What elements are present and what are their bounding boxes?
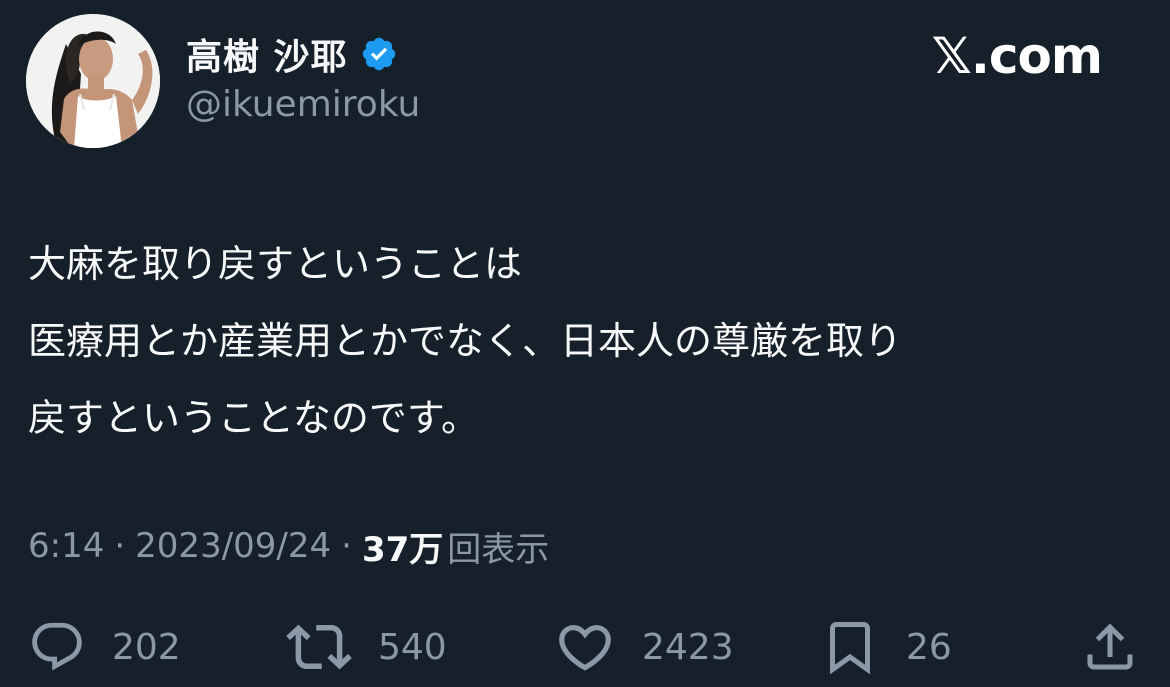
bookmark-count: 26 bbox=[906, 626, 952, 668]
author-name-row: 高樹 沙耶 bbox=[186, 26, 398, 82]
views-label: 回表示 bbox=[447, 529, 550, 570]
bookmark-button[interactable]: 26 bbox=[820, 616, 952, 678]
bookmark-icon bbox=[820, 617, 880, 677]
reply-button[interactable]: 202 bbox=[28, 616, 181, 678]
share-button[interactable] bbox=[1080, 616, 1140, 678]
meta-separator: · bbox=[114, 526, 126, 566]
tweet-meta: 6:14 · 2023/09/24 · 37万 回表示 bbox=[28, 522, 549, 570]
tweet-date[interactable]: 2023/09/24 bbox=[135, 526, 331, 566]
reply-icon bbox=[28, 618, 86, 676]
retweet-count: 540 bbox=[378, 626, 447, 668]
meta-separator: · bbox=[341, 526, 352, 566]
user-handle[interactable]: @ikuemiroku bbox=[186, 84, 420, 125]
share-icon bbox=[1080, 617, 1140, 677]
tweet-line: 大麻を取り戻すということは bbox=[28, 242, 523, 286]
tweet-line: 医療用とか産業用とかでなく、日本人の尊厳を取り bbox=[28, 319, 903, 363]
x-logo-icon: 𝕏 bbox=[931, 27, 972, 85]
reply-count: 202 bbox=[112, 626, 181, 668]
profile-photo bbox=[26, 14, 160, 148]
tweet-text: 大麻を取り戻すということは 医療用とか産業用とかでなく、日本人の尊厳を取り 戻す… bbox=[28, 226, 1148, 457]
display-name[interactable]: 高樹 沙耶 bbox=[186, 28, 348, 80]
like-count: 2423 bbox=[642, 626, 734, 668]
like-button[interactable]: 2423 bbox=[554, 616, 734, 678]
verified-badge-icon bbox=[360, 35, 398, 73]
brand-logo: 𝕏 .com bbox=[931, 26, 1103, 86]
tweet-line: 戻すということなのです。 bbox=[28, 396, 480, 440]
heart-icon bbox=[554, 616, 616, 678]
retweet-icon bbox=[286, 614, 352, 680]
tweet-time[interactable]: 6:14 bbox=[28, 526, 104, 566]
retweet-button[interactable]: 540 bbox=[286, 616, 447, 678]
brand-domain: .com bbox=[970, 27, 1103, 85]
views-count: 37万 bbox=[361, 529, 444, 570]
avatar[interactable] bbox=[26, 14, 160, 148]
